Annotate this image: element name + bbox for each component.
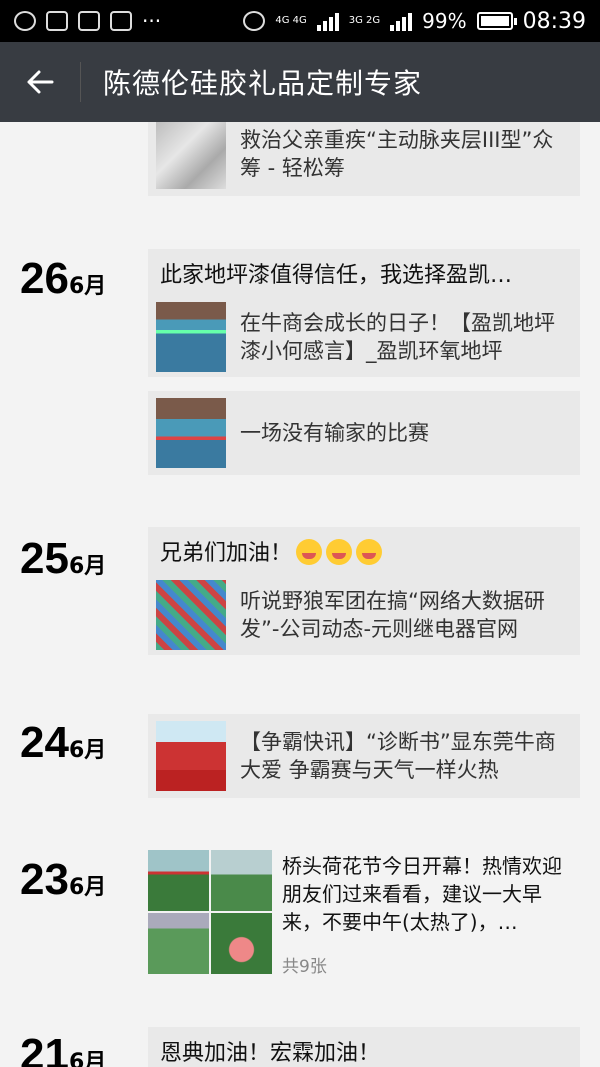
title-divider: [80, 62, 81, 102]
link-thumbnail: [156, 122, 226, 189]
date-label: 256月: [20, 534, 106, 584]
link-thumbnail: [156, 302, 226, 372]
post-card[interactable]: 兄弟们加油！ 听说野狼军团在搞“网络大数据研发”-公司动态-元则继电器官网: [148, 527, 580, 655]
shared-link-card[interactable]: 救治父亲重疾“主动脉夹层III型”众筹 - 轻松筹: [148, 122, 580, 196]
date-day: 23: [20, 855, 69, 904]
photo-thumbnail[interactable]: [148, 913, 209, 974]
shared-link-card[interactable]: 【争霸快讯】“诊断书”显东莞牛商大爱 争霸赛与天气一样火热: [148, 714, 580, 798]
photo-thumbnail[interactable]: [211, 850, 272, 911]
image-icon: [46, 11, 68, 31]
alarm-icon: [243, 11, 266, 31]
link-text: 在牛商会成长的日子！【盈凯地坪漆小何感言】_盈凯环氧地坪: [240, 311, 555, 363]
post-title: 此家地坪漆值得信任，我选择盈凯…: [160, 263, 513, 288]
date-month: 6月: [68, 274, 107, 299]
battery-percent: 99%: [422, 9, 467, 33]
post-title: 兄弟们加油！: [148, 527, 580, 575]
clock: 08:39: [522, 8, 586, 34]
battery-icon: [476, 12, 517, 30]
network-3g: 3G 2G: [348, 15, 381, 26]
post-card[interactable]: 恩典加油！宏霖加油！: [148, 1027, 580, 1067]
post-title: 恩典加油！宏霖加油！: [160, 1041, 381, 1066]
emoji-icon: [296, 539, 323, 565]
post-caption: 桥头荷花节今日开幕！热情欢迎朋友们过来看看，建议一大早来，不要中午(太热了)，…: [282, 854, 562, 934]
photo-thumbnail[interactable]: [211, 913, 272, 974]
title-bar: 陈德伦硅胶礼品定制专家: [0, 42, 600, 122]
page-title: 陈德伦硅胶礼品定制专家: [103, 67, 423, 100]
date-day: 25: [20, 534, 69, 583]
photo-grid[interactable]: [148, 850, 272, 974]
more-notifications: ···: [142, 9, 162, 33]
date-month: 6月: [68, 738, 107, 763]
link-thumbnail: [156, 580, 226, 650]
network-4g: 4G 4G: [275, 15, 307, 26]
date-label: 246月: [20, 718, 106, 768]
photo-count: 共9张: [282, 957, 327, 977]
album-feed[interactable]: 救治父亲重疾“主动脉夹层III型”众筹 - 轻松筹 266月 此家地坪漆值得信任…: [0, 122, 600, 1067]
link-text: 【争霸快讯】“诊断书”显东莞牛商大爱 争霸赛与天气一样火热: [240, 730, 556, 782]
link-text: 一场没有输家的比赛: [240, 421, 429, 445]
date-month: 6月: [68, 875, 107, 900]
mail-icon: [110, 11, 132, 31]
date-day: 26: [20, 254, 69, 303]
signal-icon-2: [390, 11, 413, 31]
post-title-text: 兄弟们加油！: [160, 541, 293, 566]
post-card[interactable]: 此家地坪漆值得信任，我选择盈凯… 在牛商会成长的日子！【盈凯地坪漆小何感言】_盈…: [148, 249, 580, 377]
date-label: 236月: [20, 855, 106, 905]
k-app-icon: [14, 11, 36, 31]
date-label: 266月: [20, 254, 106, 304]
link-text: 救治父亲重疾“主动脉夹层III型”众筹 - 轻松筹: [240, 128, 554, 180]
link-thumbnail: [156, 721, 226, 791]
date-month: 6月: [68, 1050, 107, 1067]
shared-link-card[interactable]: 一场没有输家的比赛: [148, 391, 580, 475]
date-label: 216月: [20, 1030, 106, 1067]
link-thumbnail: [156, 398, 226, 468]
back-button[interactable]: [0, 42, 80, 122]
date-month: 6月: [68, 554, 107, 579]
date-day: 21: [20, 1030, 69, 1067]
message-icon: [78, 11, 100, 31]
signal-icon: [316, 11, 339, 31]
emoji-icon: [356, 539, 383, 565]
emoji-icon: [326, 539, 353, 565]
link-text: 听说野狼军团在搞“网络大数据研发”-公司动态-元则继电器官网: [240, 589, 545, 641]
status-bar: ··· 4G 4G 3G 2G 99% 08:39: [0, 0, 600, 42]
photo-thumbnail[interactable]: [148, 850, 209, 911]
back-arrow-icon: [27, 70, 54, 94]
date-day: 24: [20, 718, 69, 767]
